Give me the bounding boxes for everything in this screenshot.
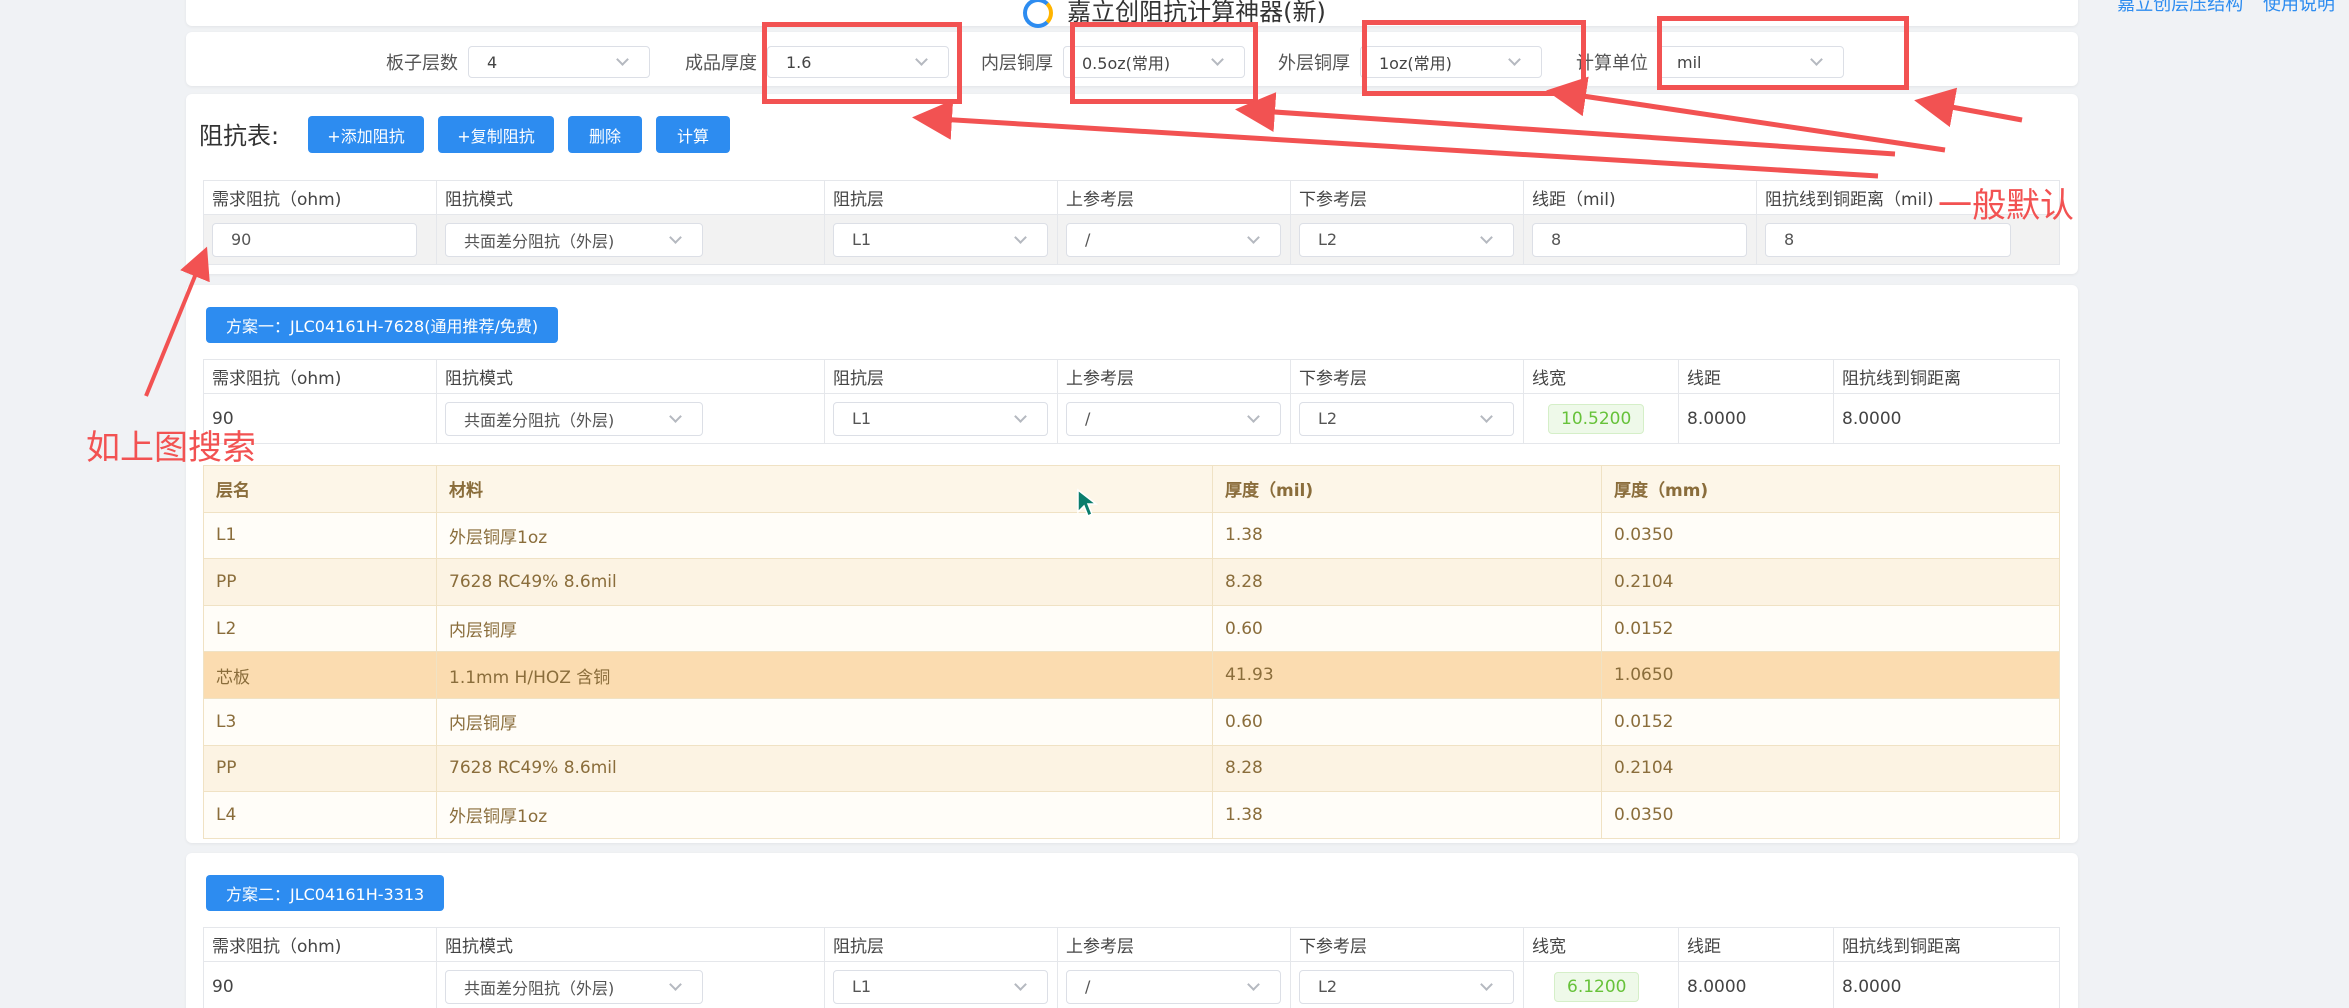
cursor-icon — [1077, 488, 1098, 518]
annotation-default: 一般默认 — [1938, 186, 2074, 226]
annotation-search: 如上图搜索 — [86, 428, 256, 468]
annotation-arrows — [144, 76, 2023, 397]
